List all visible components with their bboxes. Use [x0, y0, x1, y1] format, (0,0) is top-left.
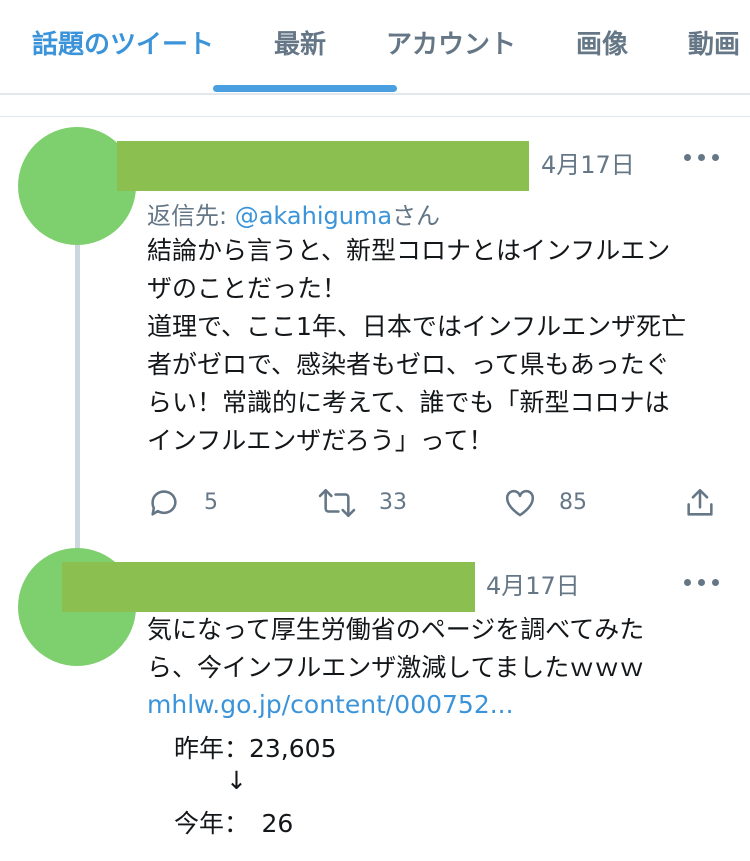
tweet-link[interactable]: mhlw.go.jp/content/000752... [147, 686, 514, 724]
like-count: 85 [559, 490, 587, 515]
stats-this-year: 今年： 26 [174, 809, 294, 838]
tweet-date[interactable]: 4月17日 [541, 145, 635, 180]
tweet-text: 結論から言うと、新型コロナとはインフルエン ザのことだった！ 道理で、ここ1年、… [147, 236, 687, 455]
tab-images[interactable]: 画像 [576, 24, 628, 61]
retweet-count: 33 [379, 490, 407, 515]
reply-button[interactable]: 5 [147, 484, 227, 524]
tab-latest[interactable]: 最新 [274, 24, 326, 61]
retweet-icon [318, 488, 356, 518]
stats-arrow: ↓ [226, 766, 247, 795]
more-icon[interactable] [684, 153, 724, 163]
redacted-username [62, 562, 475, 612]
like-button[interactable]: 85 [503, 484, 603, 524]
tab-videos[interactable]: 動画 [688, 24, 740, 61]
tab-top-tweets[interactable]: 話題のツイート [32, 24, 214, 61]
like-icon [505, 489, 535, 517]
share-icon [687, 488, 713, 516]
reply-icon [151, 490, 177, 516]
reply-to-line: 返信先: @akahigumaさん [147, 196, 440, 231]
tabs-divider [0, 93, 750, 95]
more-icon[interactable] [684, 578, 724, 588]
stats-last-year: 昨年：23,605 [174, 734, 337, 763]
tweet-date[interactable]: 4月17日 [486, 566, 580, 601]
reply-handle-link[interactable]: @akahiguma [235, 202, 392, 230]
reply-count: 5 [204, 490, 218, 515]
thread-line [75, 240, 80, 555]
section-divider [0, 116, 750, 117]
reply-to-label: 返信先: [147, 202, 235, 230]
tweet-text: 気になって厚生労働省のページを調べてみた ら、今インフルエンザ激減してましたｗｗ… [147, 615, 645, 682]
tab-accounts[interactable]: アカウント [386, 24, 516, 61]
search-tabs: 話題のツイート 最新 アカウント 画像 動画 [0, 0, 750, 92]
share-button[interactable] [683, 484, 719, 524]
redacted-username [117, 141, 529, 191]
active-tab-indicator [213, 85, 397, 92]
reply-suffix: さん [392, 202, 441, 230]
retweet-button[interactable]: 33 [317, 484, 417, 524]
